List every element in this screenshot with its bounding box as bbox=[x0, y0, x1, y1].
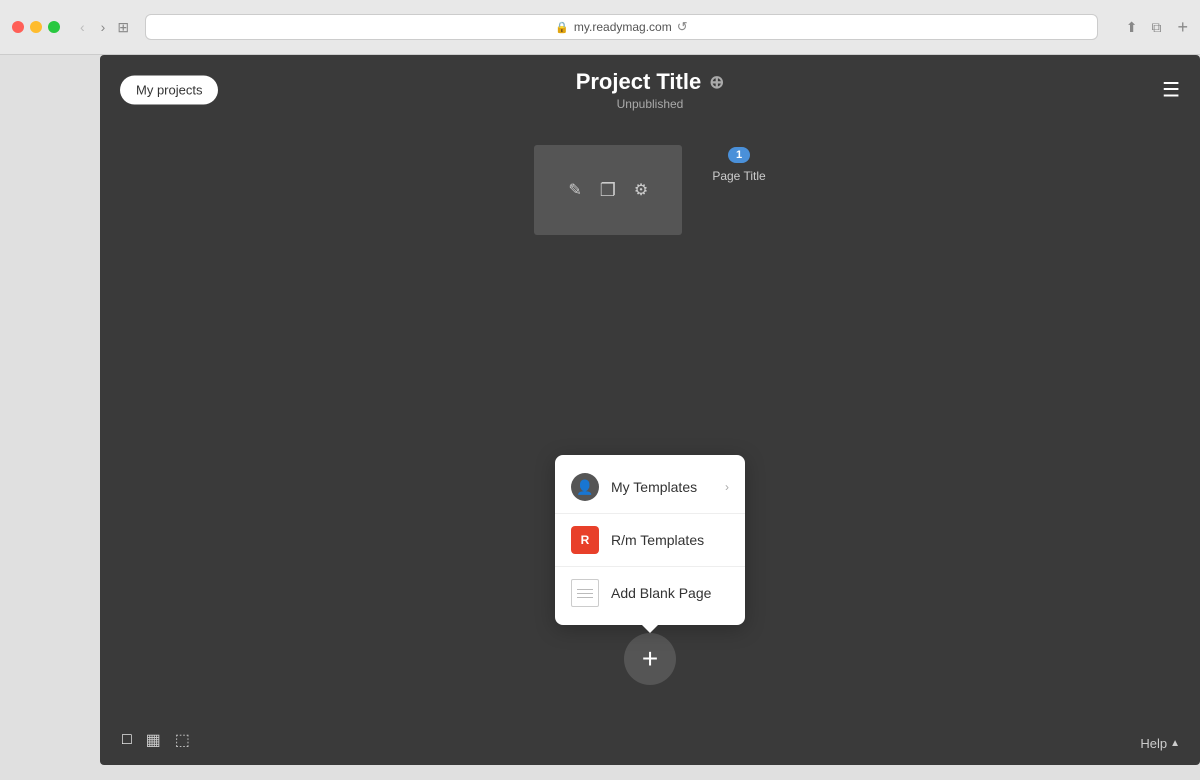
view-buttons: □ ▦ ⬚ bbox=[120, 728, 192, 752]
close-button[interactable] bbox=[12, 21, 24, 33]
app-window: My projects Project Title ⊕ Unpublished … bbox=[100, 55, 1200, 765]
minimize-button[interactable] bbox=[30, 21, 42, 33]
project-info: Project Title ⊕ Unpublished bbox=[576, 69, 725, 111]
project-title-row: Project Title ⊕ bbox=[576, 69, 725, 95]
popup-menu: 👤 My Templates › R R/m Templates Add Bla… bbox=[555, 455, 745, 625]
chevron-right-icon: › bbox=[725, 480, 729, 494]
blank-line-2 bbox=[577, 593, 593, 594]
rm-templates-icon: R bbox=[571, 526, 599, 554]
main-content: ✎ ❐ ⚙ 1 Page Title bbox=[100, 125, 1200, 255]
browser-actions: ⬆ ⧉ bbox=[1122, 17, 1166, 38]
page-label: 1 Page Title bbox=[712, 145, 765, 183]
help-arrow-icon: ▲ bbox=[1170, 738, 1180, 749]
my-templates-label: My Templates bbox=[611, 479, 697, 495]
forward-button[interactable]: › bbox=[97, 17, 110, 37]
project-title: Project Title bbox=[576, 69, 702, 95]
edit-page-icon[interactable]: ✎ bbox=[568, 180, 581, 200]
grid-view-button[interactable]: ▦ bbox=[144, 728, 163, 752]
blank-lines bbox=[577, 586, 593, 600]
page-settings-icon[interactable]: ⚙ bbox=[634, 180, 648, 200]
duplicate-tab-button[interactable]: ⧉ bbox=[1147, 17, 1165, 38]
my-templates-menu-item[interactable]: 👤 My Templates › bbox=[555, 461, 745, 513]
browser-chrome: ‹ › ⊞ 🔒 my.readymag.com ↺ ⬆ ⧉ + bbox=[0, 0, 1200, 55]
project-status: Unpublished bbox=[576, 97, 725, 111]
rm-templates-label: R/m Templates bbox=[611, 532, 704, 548]
settings-icon[interactable]: ⊕ bbox=[709, 72, 724, 93]
url-text: my.readymag.com bbox=[574, 20, 672, 34]
page-card-actions: ✎ ❐ ⚙ bbox=[568, 180, 648, 201]
bottom-bar: □ ▦ ⬚ Help ▲ bbox=[100, 715, 1200, 765]
blank-page-icon bbox=[571, 579, 599, 607]
lock-icon: 🔒 bbox=[555, 21, 569, 34]
top-bar: My projects Project Title ⊕ Unpublished … bbox=[100, 55, 1200, 125]
rm-label: R bbox=[581, 533, 590, 547]
tab-view-button[interactable]: ⊞ bbox=[117, 19, 129, 36]
add-blank-label: Add Blank Page bbox=[611, 585, 711, 601]
help-button[interactable]: Help ▲ bbox=[1140, 736, 1180, 751]
blank-line-1 bbox=[577, 589, 593, 590]
address-bar[interactable]: 🔒 my.readymag.com ↺ bbox=[145, 14, 1098, 40]
my-projects-button[interactable]: My projects bbox=[120, 76, 218, 105]
archive-view-button[interactable]: ⬚ bbox=[173, 728, 192, 752]
page-thumbnail: ✎ ❐ ⚙ bbox=[534, 145, 682, 235]
fullscreen-button[interactable] bbox=[48, 21, 60, 33]
my-templates-icon: 👤 bbox=[571, 473, 599, 501]
traffic-lights bbox=[12, 21, 60, 33]
reload-button[interactable]: ↺ bbox=[677, 19, 688, 35]
hamburger-menu-button[interactable]: ☰ bbox=[1162, 78, 1180, 103]
add-page-button[interactable]: + bbox=[624, 633, 676, 685]
page-card: ✎ ❐ ⚙ bbox=[534, 145, 682, 235]
page-number-badge: 1 bbox=[728, 147, 750, 163]
share-button[interactable]: ⬆ bbox=[1122, 17, 1142, 38]
person-icon: 👤 bbox=[576, 479, 593, 496]
blank-line-3 bbox=[577, 597, 593, 598]
new-tab-button[interactable]: + bbox=[1177, 17, 1188, 38]
single-view-button[interactable]: □ bbox=[120, 729, 134, 751]
page-title-text: Page Title bbox=[712, 169, 765, 183]
rm-templates-menu-item[interactable]: R R/m Templates bbox=[555, 514, 745, 566]
copy-page-icon[interactable]: ❐ bbox=[600, 180, 616, 201]
add-blank-page-menu-item[interactable]: Add Blank Page bbox=[555, 567, 745, 619]
back-button[interactable]: ‹ bbox=[76, 17, 89, 37]
help-label: Help bbox=[1140, 736, 1167, 751]
